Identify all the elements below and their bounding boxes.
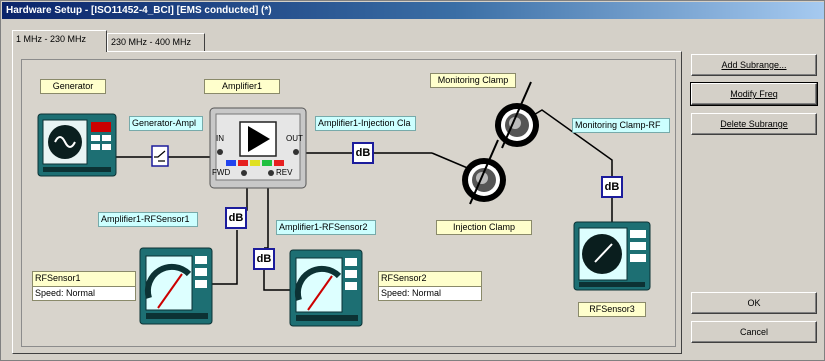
amplifier-port-in: IN: [216, 134, 224, 143]
cable-label-amplifier-injection[interactable]: Amplifier1-Injection Cla: [315, 116, 416, 131]
tab-230mhz-400mhz[interactable]: 230 MHz - 400 MHz: [107, 33, 205, 51]
attenuator-rfsensor2[interactable]: dB: [253, 248, 275, 270]
window-title: Hardware Setup - [ISO11452-4_BCI] [EMS c…: [2, 2, 824, 19]
rfsensor1-speed: Speed: Normal: [33, 286, 135, 300]
rfsensor1-name: RFSensor1: [33, 272, 135, 286]
delete-subrange-button[interactable]: Delete Subrange: [691, 113, 817, 135]
rfsensor1-info[interactable]: RFSensor1 Speed: Normal: [32, 271, 136, 301]
add-subrange-button[interactable]: Add Subrange...: [691, 54, 817, 76]
attenuator-amp-injection[interactable]: dB: [352, 142, 374, 164]
generator-device: [37, 113, 117, 177]
rfsensor3-label: RFSensor3: [578, 302, 646, 317]
monitoring-clamp-label: Monitoring Clamp: [430, 73, 516, 88]
amplifier-port-out: OUT: [286, 134, 303, 143]
generator-label: Generator: [40, 79, 106, 94]
tab-1mhz-230mhz[interactable]: 1 MHz - 230 MHz: [12, 30, 107, 52]
hardware-setup-window: Hardware Setup - [ISO11452-4_BCI] [EMS c…: [0, 0, 825, 361]
amplifier-label: Amplifier1: [204, 79, 280, 94]
cancel-button[interactable]: Cancel: [691, 321, 817, 343]
switch-block: [151, 145, 169, 167]
rfsensor2-speed: Speed: Normal: [379, 286, 481, 300]
attenuator-rfsensor1[interactable]: dB: [225, 207, 247, 229]
monitoring-clamp-device: [495, 81, 539, 149]
amplifier-port-fwd: FWD: [212, 168, 231, 177]
rfsensor1-device: [139, 247, 213, 325]
modify-freq-button[interactable]: Modify Freq: [690, 82, 818, 106]
injection-clamp-label: Injection Clamp: [436, 220, 532, 235]
cable-label-amplifier-rfsensor1[interactable]: Amplifier1-RFSensor1: [98, 212, 198, 227]
rfsensor2-info[interactable]: RFSensor2 Speed: Normal: [378, 271, 482, 301]
amplifier-port-rev: REV: [276, 168, 293, 177]
cable-label-amplifier-rfsensor2[interactable]: Amplifier1-RFSensor2: [276, 220, 376, 235]
rfsensor2-name: RFSensor2: [379, 272, 481, 286]
ok-button[interactable]: OK: [691, 292, 817, 314]
injection-clamp-device: [462, 139, 506, 205]
setup-diagram: Generator Amplifier1 Monitoring Clamp In…: [21, 59, 676, 347]
rfsensor2-device: [289, 249, 363, 327]
attenuator-monitoring-rf[interactable]: dB: [601, 176, 623, 198]
cable-label-generator-amplifier[interactable]: Generator-Ampl: [129, 116, 203, 131]
rfsensor3-device: [573, 221, 651, 291]
cable-label-monitoring-rf[interactable]: Monitoring Clamp-RF: [572, 118, 670, 133]
